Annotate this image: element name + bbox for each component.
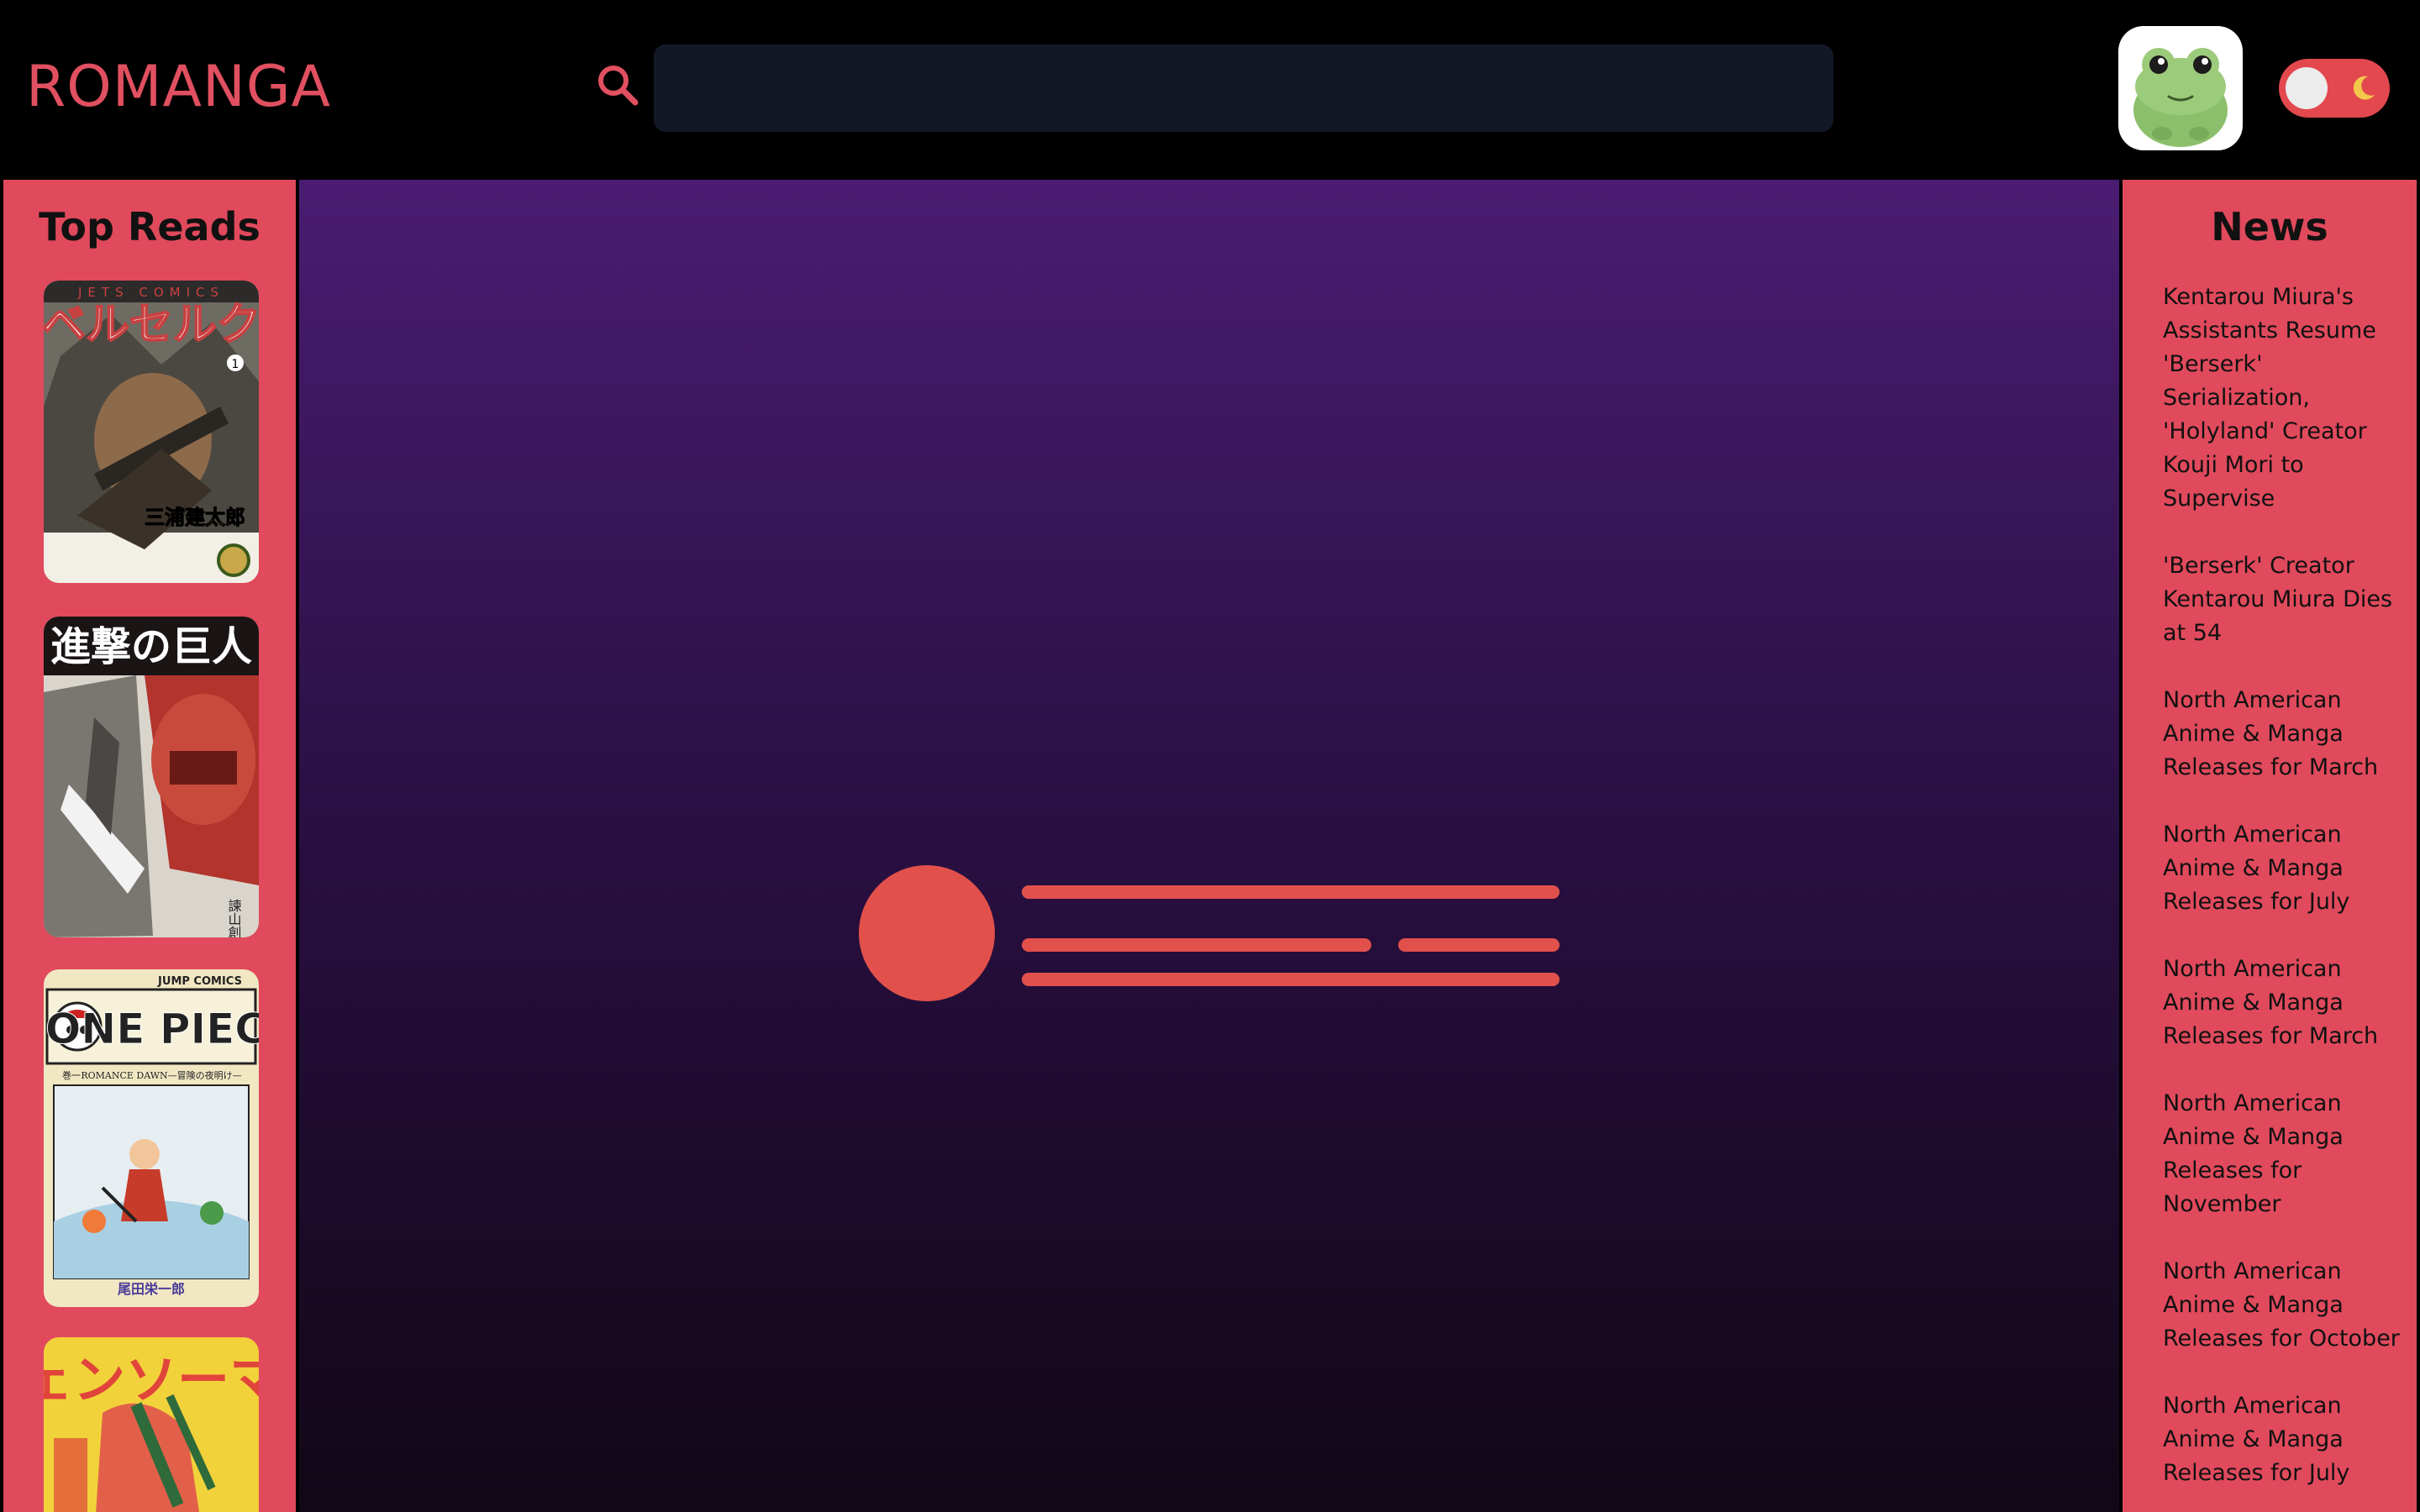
news-item[interactable]: North American Anime & Manga Releases fo… — [2163, 1389, 2407, 1490]
news-item[interactable]: North American Anime & Manga Releases fo… — [2163, 953, 2407, 1053]
news-item[interactable]: North American Anime & Manga Releases fo… — [2163, 818, 2407, 919]
attack-on-titan-cover-art: 進撃の巨人 諫山創 — [44, 617, 259, 937]
one-piece-title: ONE PIECE — [45, 1005, 259, 1053]
one-piece-cover-art: JUMP COMICS ONE PIECE 巻一 ROMANCE DAWN—冒険… — [44, 969, 259, 1307]
news-title: News — [2211, 204, 2328, 249]
main-content-loading — [299, 180, 2119, 1512]
chainsaw-man-title: チェンソーマン — [44, 1349, 259, 1410]
toggle-knob — [2286, 67, 2328, 109]
news-item[interactable]: 'Berserk' Creator Kentarou Miura Dies at… — [2163, 549, 2407, 650]
one-piece-volume: 巻一 — [62, 1070, 81, 1081]
search-input[interactable] — [654, 45, 1833, 132]
news-list: Kentarou Miura's Assistants Resume 'Bers… — [2163, 281, 2407, 1512]
berserk-publisher: JETS COMICS — [77, 285, 224, 300]
one-piece-cover[interactable]: JUMP COMICS ONE PIECE 巻一 ROMANCE DAWN—冒険… — [44, 969, 259, 1307]
site-logo[interactable]: ROMANGA — [26, 54, 331, 121]
berserk-cover[interactable]: JETS COMICS ベルセルク 1 三浦建太郎 — [44, 281, 259, 583]
one-piece-subtitle: ROMANCE DAWN—冒険の夜明け— — [81, 1069, 241, 1081]
moon-icon — [2353, 76, 2375, 100]
loading-skeleton-avatar — [859, 865, 995, 1001]
theme-toggle[interactable] — [2279, 59, 2390, 118]
top-reads-panel: Top Reads JETS COMICS ベルセルク 1 三浦建太郎 進撃の巨… — [3, 180, 296, 1512]
loading-skeleton-line-1 — [1022, 885, 1560, 899]
aot-title: 進撃の巨人 — [50, 623, 252, 670]
berserk-cover-art: JETS COMICS ベルセルク 1 三浦建太郎 — [44, 281, 259, 583]
news-item[interactable]: North American Anime & Manga Releases fo… — [2163, 1087, 2407, 1221]
one-piece-author: 尾田栄一郎 — [118, 1281, 185, 1297]
search-icon[interactable] — [595, 62, 640, 108]
frog-avatar-icon — [2133, 48, 2228, 147]
loading-skeleton-line-2b — [1398, 938, 1560, 952]
berserk-volume: 1 — [232, 358, 239, 371]
loading-skeleton-line-3 — [1022, 973, 1560, 986]
avatar[interactable] — [2118, 26, 2243, 150]
aot-author: 諫山創 — [226, 899, 242, 937]
one-piece-publisher: JUMP COMICS — [157, 975, 242, 988]
loading-skeleton-line-2a — [1022, 938, 1371, 952]
berserk-author: 三浦建太郎 — [145, 506, 245, 529]
news-item[interactable]: North American Anime & Manga Releases fo… — [2163, 684, 2407, 785]
news-item[interactable]: North American Anime & Manga Releases fo… — [2163, 1255, 2407, 1356]
top-bar: ROMANGA — [0, 0, 2420, 178]
attack-on-titan-cover[interactable]: 進撃の巨人 諫山創 — [44, 617, 259, 937]
chainsaw-man-cover[interactable]: チェンソーマン — [44, 1337, 259, 1512]
chainsaw-man-cover-art: チェンソーマン — [44, 1337, 259, 1512]
top-reads-title: Top Reads — [39, 204, 260, 249]
news-panel: News Kentarou Miura's Assistants Resume … — [2123, 180, 2417, 1512]
berserk-title: ベルセルク — [44, 300, 259, 350]
news-item[interactable]: Kentarou Miura's Assistants Resume 'Bers… — [2163, 281, 2407, 516]
